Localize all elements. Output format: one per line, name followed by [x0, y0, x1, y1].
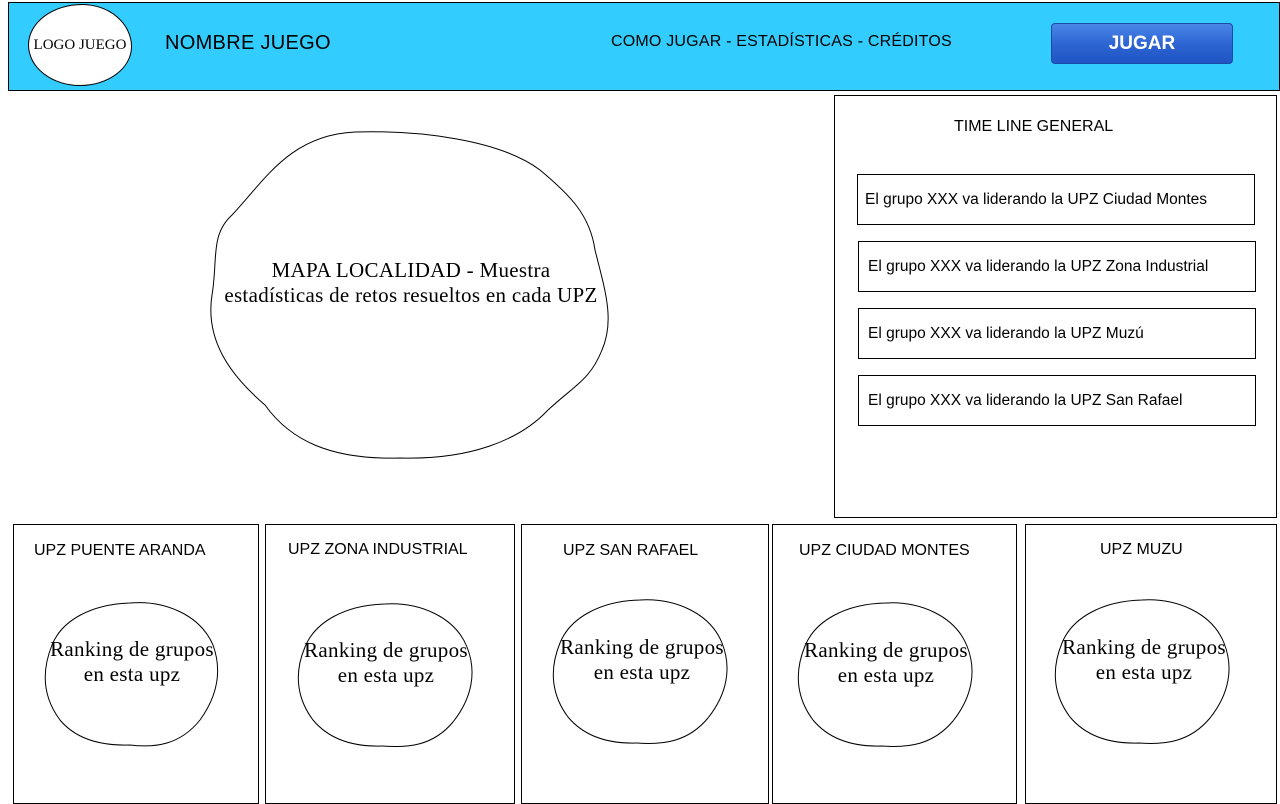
timeline-item[interactable]: El grupo XXX va liderando la UPZ Ciudad … [857, 174, 1255, 225]
ranking-text: Ranking de grupos en esta upz [304, 638, 468, 687]
upz-title: UPZ ZONA INDUSTRIAL [288, 541, 468, 558]
timeline-item[interactable]: El grupo XXX va liderando la UPZ Zona In… [858, 241, 1256, 292]
ranking-text: Ranking de grupos en esta upz [1062, 635, 1226, 684]
timeline-item[interactable]: El grupo XXX va liderando la UPZ San Raf… [858, 375, 1256, 426]
upz-title: UPZ CIUDAD MONTES [799, 542, 970, 559]
ranking-text: Ranking de grupos en esta upz [560, 635, 724, 684]
ranking-text: Ranking de grupos en esta upz [50, 637, 214, 686]
upz-title: UPZ MUZU [1100, 541, 1183, 558]
upz-title: UPZ PUENTE ARANDA [34, 542, 206, 559]
timeline-title: TIME LINE GENERAL [954, 118, 1114, 135]
ranking-text: Ranking de grupos en esta upz [804, 638, 968, 687]
timeline-item[interactable]: El grupo XXX va liderando la UPZ Muzú [858, 308, 1256, 359]
timeline-panel [834, 95, 1277, 518]
upz-title: UPZ SAN RAFAEL [563, 542, 699, 559]
map-description: MAPA LOCALIDAD - Muestra estadísticas de… [224, 258, 598, 307]
